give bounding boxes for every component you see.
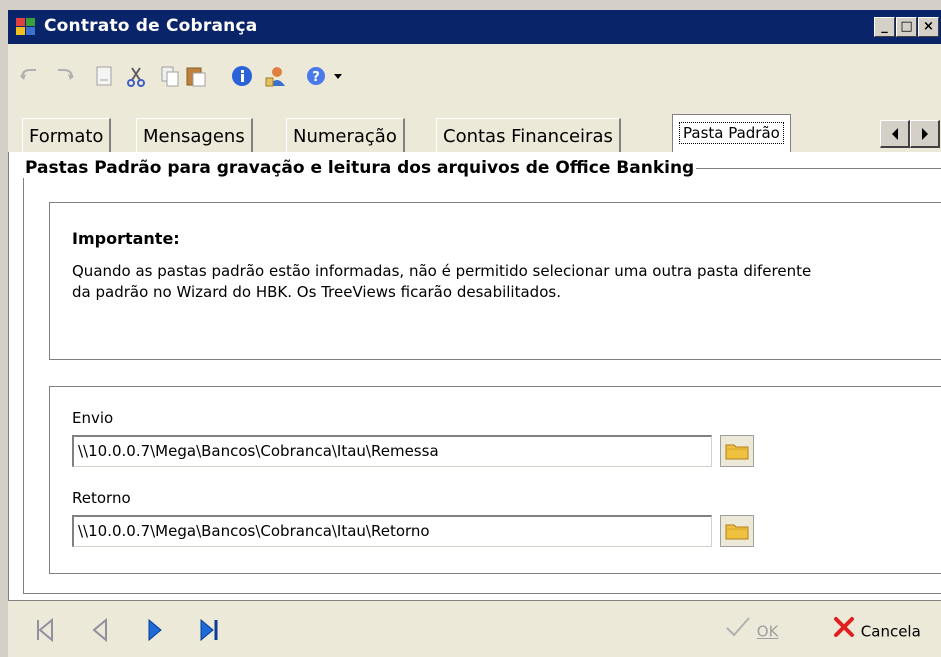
important-title: Importante: [72, 229, 180, 248]
tab-scroll-right-button[interactable] [910, 120, 940, 148]
help-icon[interactable]: ? [304, 64, 328, 88]
tab-panel: Pastas Padrão para gravação e leitura do… [8, 152, 941, 600]
info-icon[interactable] [230, 64, 254, 88]
envio-path-input[interactable]: \\10.0.0.7\Mega\Bancos\Cobranca\Itau\Rem… [72, 435, 712, 467]
last-record-icon[interactable] [196, 615, 222, 645]
previous-record-icon[interactable] [88, 615, 114, 645]
first-record-icon[interactable] [32, 615, 58, 645]
envio-browse-button[interactable] [720, 435, 754, 467]
retorno-browse-button[interactable] [720, 515, 754, 547]
window: Contrato de Cobrança _ □ × ? Formato Men… [0, 0, 941, 657]
group-title: Pastas Padrão para gravação e leitura do… [23, 158, 697, 178]
toolbar: ? [8, 44, 941, 108]
important-text: Quando as pastas padrão estão informadas… [72, 262, 812, 301]
maximize-button[interactable]: □ [896, 17, 917, 37]
important-box: Importante: Quando as pastas padrão estã… [49, 202, 941, 360]
bottom-bar: OK Cancela [8, 600, 941, 657]
paste-icon[interactable] [184, 64, 208, 88]
tab-pasta-padrao[interactable]: Pasta Padrão [672, 114, 791, 156]
title-bar[interactable]: Contrato de Cobrança _ □ × [8, 10, 941, 44]
next-record-icon[interactable] [142, 615, 168, 645]
tab-mensagens[interactable]: Mensagens [136, 118, 253, 154]
tab-formato[interactable]: Formato [22, 118, 112, 154]
redo-icon[interactable] [52, 64, 76, 88]
ok-label: OK [756, 622, 779, 641]
folders-box: Envio \\10.0.0.7\Mega\Bancos\Cobranca\It… [49, 386, 941, 574]
retorno-path-input[interactable]: \\10.0.0.7\Mega\Bancos\Cobranca\Itau\Ret… [72, 515, 712, 547]
cancel-button[interactable]: Cancela [832, 615, 921, 645]
minimize-button[interactable]: _ [874, 17, 895, 37]
tab-numeracao[interactable]: Numeração [286, 118, 405, 154]
ok-button[interactable]: OK [724, 615, 778, 645]
close-button[interactable]: × [918, 17, 939, 37]
tab-scroll-left-button[interactable] [880, 120, 910, 148]
svg-text:?: ? [312, 70, 320, 85]
tab-strip: Formato Mensagens Numeração Contas Finan… [8, 108, 941, 158]
cancel-x-icon [832, 615, 856, 649]
envio-label: Envio [72, 409, 114, 427]
copy-icon[interactable] [158, 64, 182, 88]
undo-icon[interactable] [18, 64, 42, 88]
cut-icon[interactable] [124, 64, 148, 88]
tab-contas-financeiras[interactable]: Contas Financeiras [436, 118, 621, 154]
cancel-label: Cancela [860, 622, 921, 641]
retorno-label: Retorno [72, 489, 131, 507]
user-icon[interactable] [264, 64, 288, 88]
window-title: Contrato de Cobrança [44, 16, 258, 36]
checkmark-icon [724, 615, 752, 649]
document-icon[interactable] [92, 64, 116, 88]
app-icon [16, 18, 35, 35]
folder-icon [721, 444, 753, 470]
folder-icon [721, 524, 753, 550]
dropdown-arrow-icon[interactable] [328, 64, 352, 88]
